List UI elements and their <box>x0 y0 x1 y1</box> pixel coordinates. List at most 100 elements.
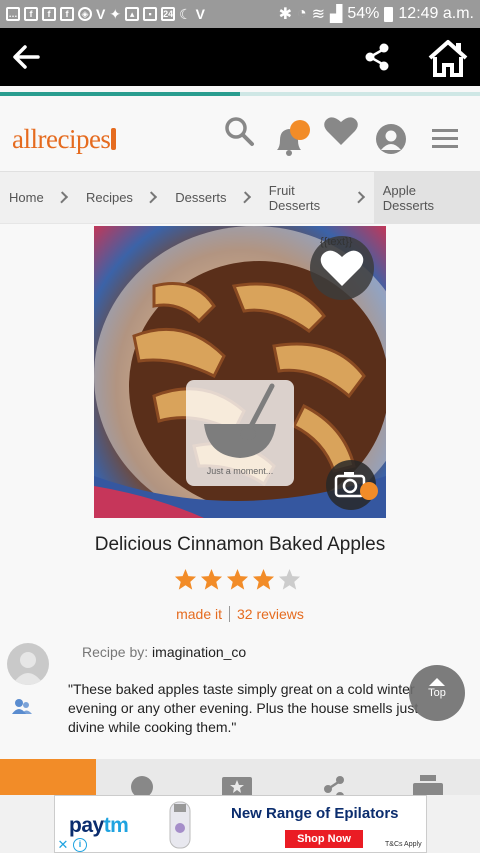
back-arrow-icon <box>13 45 40 69</box>
user-icon <box>12 652 44 685</box>
recipe-by-label: Recipe by: <box>82 644 149 660</box>
arrow-up-icon <box>429 678 445 686</box>
brand-part-2: tm <box>103 814 129 837</box>
profile-button[interactable] <box>376 124 406 154</box>
star-filled-icon[interactable] <box>226 568 249 591</box>
status-bar: … f f f ◈ V ✦ ▴ ▪ 24 ☾ V ✱ ◔ ≋ ▟ 54% 12:… <box>0 0 480 28</box>
review-divider <box>229 606 230 622</box>
action-tab-active[interactable] <box>0 759 96 797</box>
favorites-button[interactable] <box>322 114 360 148</box>
bluetooth-icon: ✱ <box>278 6 292 23</box>
twitter-icon: ✦ <box>109 6 122 22</box>
loading-text: Just a moment... <box>206 466 274 476</box>
menu-button[interactable] <box>430 126 460 152</box>
ad-info-icon[interactable]: i <box>73 838 87 852</box>
menu-icon <box>432 129 458 148</box>
site-header: allrecipes <box>0 100 480 172</box>
review-links: made it 32 reviews <box>0 606 480 622</box>
battery-icon <box>384 6 394 22</box>
moon-icon: ☾ <box>179 6 192 22</box>
breadcrumb-apple-desserts[interactable]: Apple Desserts <box>373 171 480 224</box>
shield-icon: ◈ <box>78 7 92 21</box>
signal-icon: ▟ <box>330 6 343 23</box>
author-avatar[interactable] <box>7 643 49 685</box>
recipe-description: "These baked apples taste simply great o… <box>68 681 419 735</box>
progress-fill <box>0 92 240 96</box>
allrecipes-logo[interactable]: allrecipes <box>12 124 117 155</box>
photo-badge <box>360 482 378 500</box>
logo-mark <box>111 128 117 150</box>
battery-percent: 54% <box>347 5 380 22</box>
epilator-image <box>169 801 191 849</box>
star-filled-icon[interactable] <box>174 568 197 591</box>
brand-part-1: pay <box>69 814 104 837</box>
v-icon: V <box>195 6 205 22</box>
shop-now-button[interactable]: Shop Now <box>285 830 363 848</box>
add-photo-button[interactable] <box>326 460 378 510</box>
breadcrumb-fruit-desserts[interactable]: Fruit Desserts <box>269 183 342 213</box>
breadcrumb-recipes[interactable]: Recipes <box>86 190 133 205</box>
rate-button[interactable] <box>221 773 253 797</box>
back-button[interactable] <box>8 38 46 76</box>
advertisement[interactable]: paytm New Range of Epilators Shop Now T&… <box>54 795 427 853</box>
share-button[interactable] <box>360 40 394 74</box>
mixing-bowl-icon <box>204 383 276 458</box>
image-icon: ▴ <box>125 7 140 21</box>
loading-indicator: Just a moment... <box>186 380 294 486</box>
top-label: Top <box>428 687 446 699</box>
logo-text: allrecipes <box>12 124 111 154</box>
breadcrumb-home[interactable]: Home <box>9 190 44 205</box>
chevron-right-icon <box>55 191 68 204</box>
search-icon <box>225 117 254 146</box>
message-icon: … <box>6 7 20 21</box>
search-button[interactable] <box>222 114 256 148</box>
star-box-icon <box>222 777 252 797</box>
chevron-right-icon <box>144 191 158 204</box>
calendar-icon: 24 <box>161 7 176 21</box>
v-icon: V <box>96 6 106 22</box>
recipe-action-bar <box>0 759 480 800</box>
made-it-link[interactable]: made it <box>176 606 222 622</box>
breadcrumb: Home Recipes Desserts Fruit Desserts App… <box>0 171 480 224</box>
home-button[interactable] <box>426 38 470 78</box>
chevron-right-icon <box>238 191 251 204</box>
tips-button[interactable] <box>126 773 158 798</box>
alarm-icon: ◔ <box>296 5 307 22</box>
favorite-label: {{text}} <box>320 236 353 248</box>
ad-headline: New Range of Epilators <box>231 805 399 822</box>
home-icon <box>428 40 468 77</box>
facebook-icon: f <box>24 7 38 21</box>
share-icon <box>365 43 389 71</box>
recipe-photo[interactable]: {{text}} Just a moment... <box>94 226 386 518</box>
breadcrumb-desserts[interactable]: Desserts <box>175 190 226 205</box>
ad-close-icon[interactable]: ✕ <box>56 838 70 852</box>
system-status: ✱ ◔ ≋ ▟ 54% 12:49 a.m. <box>279 4 474 24</box>
notifications-button[interactable] <box>272 118 312 158</box>
reviews-link[interactable]: 32 reviews <box>237 606 304 622</box>
star-empty-icon[interactable] <box>278 568 301 591</box>
star-filled-icon[interactable] <box>252 568 275 591</box>
followers-icon <box>12 699 32 714</box>
page-load-progress <box>0 92 480 96</box>
paytm-logo: paytm <box>69 814 129 838</box>
recipe-title: Delicious Cinnamon Baked Apples <box>94 534 386 555</box>
follow-button[interactable] <box>12 698 32 714</box>
recipe-author: Recipe by: imagination_co <box>82 644 246 660</box>
wifi-icon: ≋ <box>311 6 326 23</box>
print-icon <box>413 775 443 797</box>
notification-icons: … f f f ◈ V ✦ ▴ ▪ 24 ☾ V <box>6 7 205 21</box>
back-to-top-button[interactable]: Top <box>409 665 465 721</box>
user-icon <box>376 124 406 154</box>
print-button[interactable] <box>412 773 444 797</box>
rating-stars[interactable] <box>174 568 301 591</box>
heart-icon <box>324 117 358 145</box>
share-recipe-button[interactable] <box>318 773 350 800</box>
notification-badge <box>290 120 310 140</box>
author-name[interactable]: imagination_co <box>152 644 246 660</box>
lightbulb-icon <box>131 776 153 798</box>
app-bar <box>0 28 480 86</box>
star-filled-icon[interactable] <box>200 568 223 591</box>
facebook-icon: f <box>60 7 74 21</box>
clock: 12:49 a.m. <box>398 5 474 22</box>
facebook-icon: f <box>42 7 56 21</box>
